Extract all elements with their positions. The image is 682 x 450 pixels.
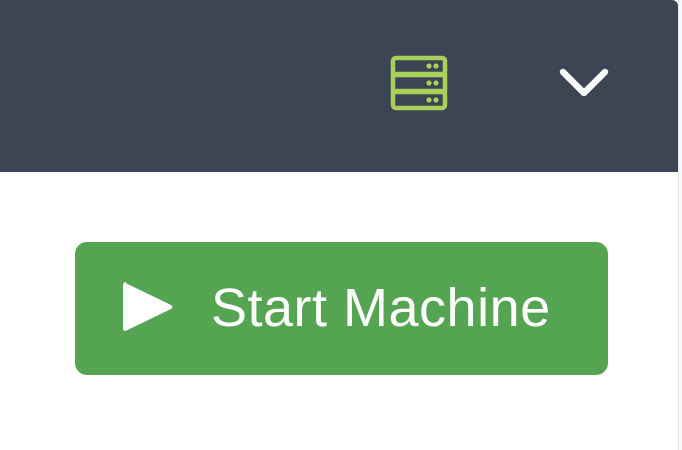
start-machine-label: Start Machine — [211, 278, 551, 338]
chevron-down-icon — [559, 68, 609, 97]
server-stack-icon — [390, 55, 448, 111]
expand-menu-button[interactable] — [548, 52, 620, 114]
machine-panel: Start Machine — [0, 0, 682, 450]
play-icon — [123, 282, 173, 331]
server-button[interactable] — [382, 47, 456, 119]
start-machine-button[interactable]: Start Machine — [75, 242, 608, 375]
scrollbar-track[interactable] — [678, 0, 682, 450]
panel-header — [0, 0, 678, 172]
